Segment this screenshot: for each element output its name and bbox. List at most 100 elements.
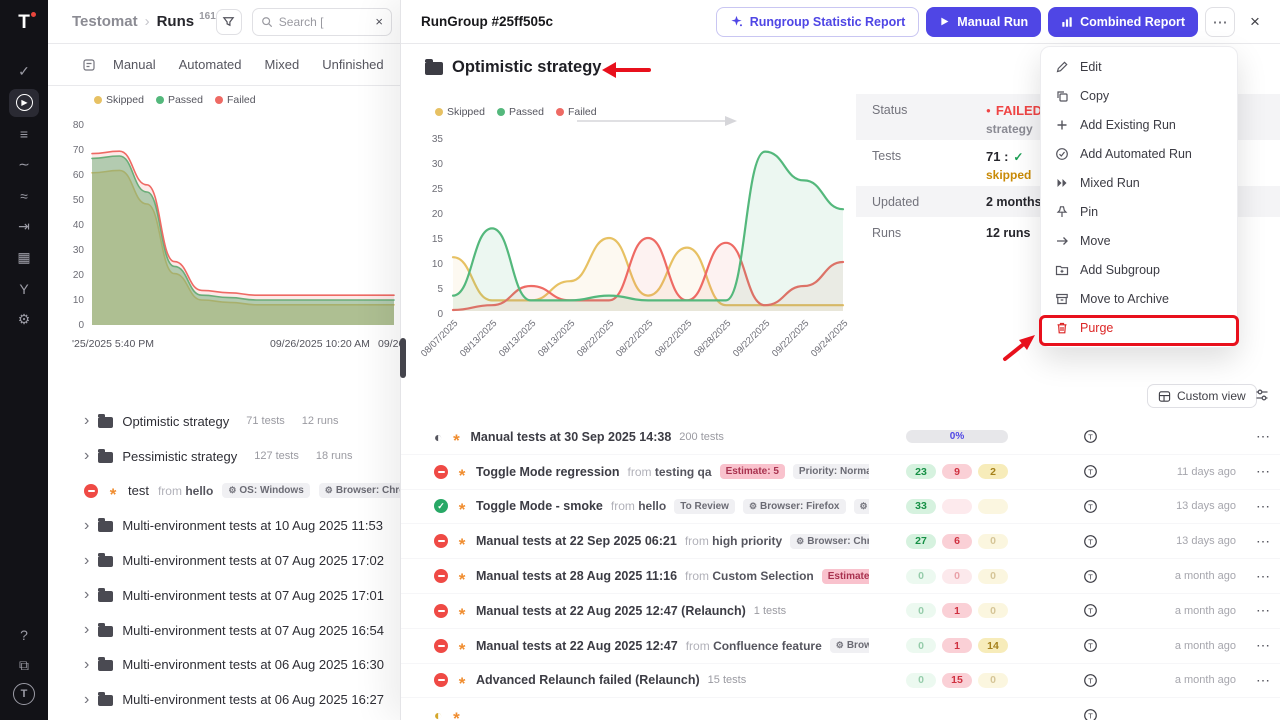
chevron-right-icon[interactable]: › bbox=[84, 555, 89, 567]
tab-mixed[interactable]: Mixed bbox=[265, 57, 300, 72]
chevron-right-icon[interactable]: › bbox=[84, 624, 89, 636]
run-row[interactable]: *Manual tests at 22 Aug 2025 12:47 (Rela… bbox=[401, 594, 1280, 629]
chevron-right-icon[interactable]: › bbox=[84, 589, 89, 601]
run-title[interactable]: Manual tests at 22 Aug 2025 12:47 bbox=[476, 639, 678, 653]
sliders-icon[interactable] bbox=[1255, 388, 1269, 407]
custom-view-button[interactable]: Custom view bbox=[1147, 384, 1257, 408]
breadcrumb-section[interactable]: Runs bbox=[157, 13, 195, 30]
run-row[interactable]: ◐*Manual tests at 30 Sep 2025 14:38200 t… bbox=[401, 420, 1280, 455]
run-group-row[interactable]: › Multi-environment tests at 06 Aug 2025 … bbox=[48, 648, 400, 683]
plans-icon[interactable]: ≡ bbox=[9, 120, 39, 148]
run-group-row[interactable]: ›Pessimistic strategy127 tests18 runs bbox=[48, 439, 400, 474]
menu-item-move[interactable]: Move bbox=[1041, 226, 1237, 255]
row-more-button[interactable]: ⋯ bbox=[1256, 428, 1270, 445]
settings-gear-icon[interactable]: ⚙ bbox=[9, 306, 39, 334]
chevron-right-icon[interactable]: › bbox=[84, 694, 89, 706]
run-title[interactable]: Manual tests at 30 Sep 2025 14:38 bbox=[470, 430, 671, 444]
group-name[interactable]: Multi-environment tests at 10 Aug 2025 1… bbox=[122, 518, 383, 533]
chevron-right-icon[interactable]: › bbox=[84, 415, 89, 427]
row-more-button[interactable]: ⋯ bbox=[1256, 602, 1270, 619]
run-group-row[interactable]: ›Optimistic strategy71 tests12 runs bbox=[48, 404, 400, 439]
pulse-icon[interactable]: ≈ bbox=[9, 182, 39, 210]
run-row[interactable]: ◐*T bbox=[401, 698, 1280, 720]
close-panel-button[interactable]: × bbox=[1242, 9, 1268, 35]
run-row[interactable]: ✓*Toggle Mode - smokefrom helloTo Review… bbox=[401, 490, 1280, 525]
group-name[interactable]: Pessimistic strategy bbox=[122, 449, 237, 464]
combined-report-button[interactable]: Combined Report bbox=[1048, 7, 1198, 37]
search-clear-icon[interactable]: × bbox=[375, 14, 383, 29]
scrollbar-thumb[interactable] bbox=[400, 338, 406, 378]
run-title[interactable]: Manual tests at 28 Aug 2025 11:16 bbox=[476, 569, 677, 583]
row-more-button[interactable]: ⋯ bbox=[1256, 498, 1270, 515]
run-row[interactable]: *Manual tests at 28 Aug 2025 11:16from C… bbox=[401, 559, 1280, 594]
public-report-icon[interactable]: T bbox=[1083, 499, 1098, 514]
menu-item-mixed-run[interactable]: Mixed Run bbox=[1041, 168, 1237, 197]
menu-item-move-to-archive[interactable]: Move to Archive bbox=[1041, 284, 1237, 313]
public-report-icon[interactable]: T bbox=[1083, 638, 1098, 653]
run-group-row[interactable]: › Multi-environment tests at 07 Aug 2025 … bbox=[48, 613, 400, 648]
group-name[interactable]: Multi-environment tests at 07 Aug 2025 1… bbox=[122, 553, 384, 568]
run-group-row[interactable]: › Multi-environment tests at 10 Aug 2025 … bbox=[48, 508, 400, 543]
tasks-icon[interactable]: ✓ bbox=[9, 58, 39, 86]
run-group-row[interactable]: *testfrom hello⚙OS: Windows⚙Browser: Chr… bbox=[48, 474, 400, 509]
breadcrumb-app[interactable]: Testomat bbox=[72, 13, 138, 30]
public-report-icon[interactable]: T bbox=[1083, 708, 1098, 720]
menu-item-copy[interactable]: Copy bbox=[1041, 81, 1237, 110]
run-row[interactable]: *Advanced Relaunch failed (Relaunch)15 t… bbox=[401, 664, 1280, 699]
group-name[interactable]: Multi-environment tests at 06 Aug 2025 1… bbox=[122, 692, 384, 707]
public-report-icon[interactable]: T bbox=[1083, 603, 1098, 618]
row-more-button[interactable]: ⋯ bbox=[1256, 463, 1270, 480]
public-report-icon[interactable]: T bbox=[1083, 569, 1098, 584]
run-title[interactable]: Toggle Mode - smoke bbox=[476, 499, 603, 513]
analytics-icon[interactable]: ∼ bbox=[9, 151, 39, 179]
row-more-button[interactable]: ⋯ bbox=[1256, 672, 1270, 689]
rungroup-statistic-report-button[interactable]: Rungroup Statistic Report bbox=[716, 7, 920, 37]
public-report-icon[interactable]: T bbox=[1083, 429, 1098, 444]
menu-item-add-subgroup[interactable]: Add Subgroup bbox=[1041, 255, 1237, 284]
import-icon[interactable]: ⇥ bbox=[9, 213, 39, 241]
public-report-icon[interactable]: T bbox=[1083, 534, 1098, 549]
chevron-right-icon[interactable]: › bbox=[84, 450, 89, 462]
run-group-row[interactable]: › Multi-environment tests at 07 Aug 2025 … bbox=[48, 578, 400, 613]
runs-icon[interactable]: ▶ bbox=[9, 89, 39, 117]
run-row[interactable]: *Manual tests at 22 Aug 2025 12:47from C… bbox=[401, 629, 1280, 664]
tab-manual[interactable]: Manual bbox=[113, 57, 156, 72]
menu-item-add-automated-run[interactable]: Add Automated Run bbox=[1041, 139, 1237, 168]
group-name[interactable]: Multi-environment tests at 07 Aug 2025 1… bbox=[122, 623, 384, 638]
group-name[interactable]: Optimistic strategy bbox=[122, 414, 229, 429]
run-title[interactable]: Manual tests at 22 Aug 2025 12:47 (Relau… bbox=[476, 604, 746, 618]
run-group-row[interactable]: › Multi-environment tests at 07 Aug 2025 … bbox=[48, 543, 400, 578]
menu-item-pin[interactable]: Pin bbox=[1041, 197, 1237, 226]
tab-unfinished[interactable]: Unfinished bbox=[322, 57, 383, 72]
search-input[interactable] bbox=[279, 15, 370, 29]
board-icon[interactable]: ▦ bbox=[9, 244, 39, 272]
row-more-button[interactable]: ⋯ bbox=[1256, 533, 1270, 550]
run-title[interactable]: Manual tests at 22 Sep 2025 06:21 bbox=[476, 534, 677, 548]
public-report-icon[interactable]: T bbox=[1083, 673, 1098, 688]
row-more-button[interactable]: ⋯ bbox=[1256, 637, 1270, 654]
menu-item-add-existing-run[interactable]: Add Existing Run bbox=[1041, 110, 1237, 139]
chevron-right-icon[interactable]: › bbox=[84, 520, 89, 532]
run-group-row[interactable]: › Multi-environment tests at 06 Aug 2025 … bbox=[48, 682, 400, 717]
more-actions-button[interactable]: ⋯ bbox=[1205, 7, 1235, 37]
manual-run-button[interactable]: Manual Run bbox=[926, 7, 1041, 37]
run-title[interactable]: Advanced Relaunch failed (Relaunch) bbox=[476, 673, 700, 687]
group-name[interactable]: Multi-environment tests at 06 Aug 2025 1… bbox=[122, 657, 384, 672]
public-report-icon[interactable]: T bbox=[1083, 464, 1098, 479]
run-row[interactable]: *Toggle Mode regressionfrom testing qaEs… bbox=[401, 455, 1280, 490]
testomat-logo[interactable]: T bbox=[18, 12, 30, 34]
docs-icon[interactable]: ⧉ bbox=[9, 652, 39, 680]
group-name[interactable]: test bbox=[128, 483, 149, 498]
tab-automated[interactable]: Automated bbox=[179, 57, 242, 72]
filter-button[interactable] bbox=[216, 9, 242, 35]
help-icon[interactable]: ? bbox=[9, 621, 39, 649]
branch-icon[interactable]: Y bbox=[9, 275, 39, 303]
menu-item-edit[interactable]: Edit bbox=[1041, 52, 1237, 81]
search-box[interactable]: × bbox=[252, 8, 392, 36]
profile-icon[interactable]: T bbox=[13, 683, 35, 705]
group-name[interactable]: Multi-environment tests at 07 Aug 2025 1… bbox=[122, 588, 384, 603]
run-row[interactable]: *Manual tests at 22 Sep 2025 06:21from h… bbox=[401, 524, 1280, 559]
run-title[interactable]: Toggle Mode regression bbox=[476, 465, 620, 479]
chevron-right-icon[interactable]: › bbox=[84, 659, 89, 671]
menu-item-purge[interactable]: Purge bbox=[1041, 313, 1237, 342]
